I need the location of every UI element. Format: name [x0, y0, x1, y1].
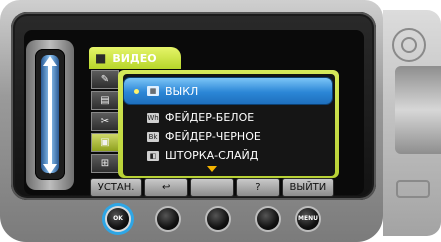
set-softkey[interactable]: УСТАН. [90, 178, 143, 197]
latch-outline [396, 180, 430, 198]
menu-title: ВИДЕО [112, 51, 157, 65]
camera-settings-icon[interactable]: ✎ [91, 70, 119, 89]
hardware-button-3[interactable] [207, 208, 229, 230]
video-camera-icon: ■ [95, 51, 107, 65]
menu-item-wipe-slide[interactable]: ◧ ШТОРКА-СЛАЙД [127, 146, 330, 165]
hardware-button-4[interactable] [257, 208, 279, 230]
softkey-bar: УСТАН. ↩ ? ВЫЙТИ [90, 178, 335, 197]
off-effect-icon: ▦ [147, 86, 159, 96]
ok-button[interactable]: OK [107, 208, 129, 230]
arrow-down-icon [43, 164, 57, 174]
hardware-button-row: OK MENU [95, 203, 335, 233]
menu-item-label: ВЫКЛ [165, 84, 199, 98]
scroll-more-arrow-icon [207, 166, 217, 172]
fader-black-icon: Bk [147, 131, 159, 142]
exit-softkey[interactable]: ВЫЙТИ [281, 178, 335, 197]
fader-white-icon: Wh [147, 112, 159, 123]
menu-item-label: ШТОРКА-СЛАЙД [165, 149, 259, 162]
selected-bullet-icon [134, 88, 139, 94]
menu-button[interactable]: MENU [297, 208, 319, 230]
wrench-icon[interactable]: ✂ [91, 112, 119, 131]
menu-item-off[interactable]: ▦ ВЫКЛ [124, 78, 332, 104]
hardware-button-2[interactable] [157, 208, 179, 230]
lcd-hinge [395, 66, 441, 154]
dial-outline-icon [392, 28, 426, 62]
menu-item-fader-black[interactable]: Bk ФЕЙДЕР-ЧЕРНОЕ [127, 127, 330, 146]
playback-settings-icon[interactable]: ▤ [91, 91, 119, 110]
category-tabs: ✎ ▤ ✂ ▣ ⊞ [91, 70, 119, 174]
blank-softkey[interactable] [190, 178, 234, 197]
wipe-slide-icon: ◧ [147, 150, 159, 161]
slider-line [48, 65, 52, 165]
menu-item-fader-white[interactable]: Wh ФЕЙДЕР-БЕЛОЕ [127, 108, 330, 127]
menu-label: MENU [298, 215, 318, 222]
menu-item-label: ФЕЙДЕР-ЧЕРНОЕ [165, 130, 261, 143]
help-softkey[interactable]: ? [235, 178, 280, 197]
menu-item-label: ФЕЙДЕР-БЕЛОЕ [165, 111, 255, 124]
ok-label: OK [113, 215, 123, 222]
media-icon[interactable]: ⊞ [91, 154, 119, 173]
video-effect-icon[interactable]: ▣ [91, 133, 119, 152]
back-softkey[interactable]: ↩ [144, 178, 189, 197]
menu-header-tab: ■ ВИДЕО [89, 47, 181, 69]
